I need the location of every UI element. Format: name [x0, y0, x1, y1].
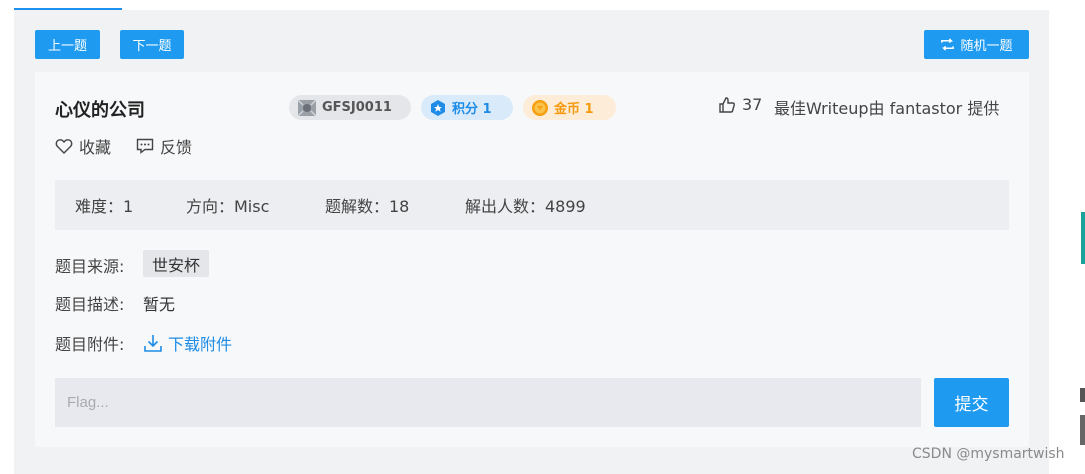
thumbs-up-icon: [719, 96, 735, 113]
submit-flag-button[interactable]: 提交: [934, 378, 1009, 427]
challenge-id-badge: GFSJ0011: [289, 95, 411, 120]
source-tag: 世安杯: [143, 250, 210, 277]
random-challenge-button[interactable]: 随机一题: [924, 30, 1029, 59]
id-badge-icon: [297, 98, 317, 117]
description-value: 暂无: [143, 295, 176, 314]
watermark: CSDN @mysmartwish: [912, 446, 1065, 462]
stat-direction: 方向：Misc: [186, 197, 270, 216]
download-label: 下载附件: [168, 335, 233, 354]
flag-input[interactable]: [55, 378, 921, 427]
challenge-title: 心仪的公司: [55, 100, 145, 121]
download-icon: [144, 335, 162, 352]
stat-solved-count: 解出人数：4899: [465, 197, 586, 216]
heart-icon: [55, 139, 73, 154]
coin-label: 金币 1: [554, 102, 594, 117]
feedback-label: 反馈: [160, 138, 193, 157]
score-badge: 积分 1: [421, 95, 513, 120]
description-label: 题目描述:: [55, 295, 125, 314]
favorite-label: 收藏: [79, 138, 112, 157]
download-attachment-link[interactable]: 下载附件: [143, 331, 232, 355]
coin-badge: 金币 1: [523, 95, 616, 120]
like-count: 37: [742, 95, 763, 114]
stat-difficulty: 难度：1: [75, 197, 134, 216]
random-challenge-label: 随机一题: [960, 38, 1013, 53]
prev-challenge-button[interactable]: 上一题: [35, 30, 100, 59]
edge-fragment: [1080, 388, 1085, 402]
challenge-id: GFSJ0011: [322, 100, 392, 115]
edge-fragment: [1080, 415, 1085, 445]
source-label: 题目来源:: [55, 257, 125, 276]
attachment-label: 题目附件:: [55, 335, 125, 354]
like-button[interactable]: 37: [718, 95, 762, 114]
favorite-button[interactable]: 收藏: [55, 134, 111, 158]
feedback-icon: [136, 138, 154, 154]
score-star-icon: [431, 99, 445, 116]
best-writeup-link[interactable]: 最佳Writeup由 fantastor 提供: [774, 95, 999, 119]
feedback-button[interactable]: 反馈: [136, 134, 192, 158]
next-challenge-button[interactable]: 下一题: [120, 30, 184, 59]
coin-icon: [532, 99, 548, 116]
edge-fragment: [1081, 212, 1085, 264]
random-icon: [941, 38, 955, 51]
stat-solutions: 题解数：18: [325, 197, 410, 216]
score-label: 积分 1: [452, 102, 492, 117]
